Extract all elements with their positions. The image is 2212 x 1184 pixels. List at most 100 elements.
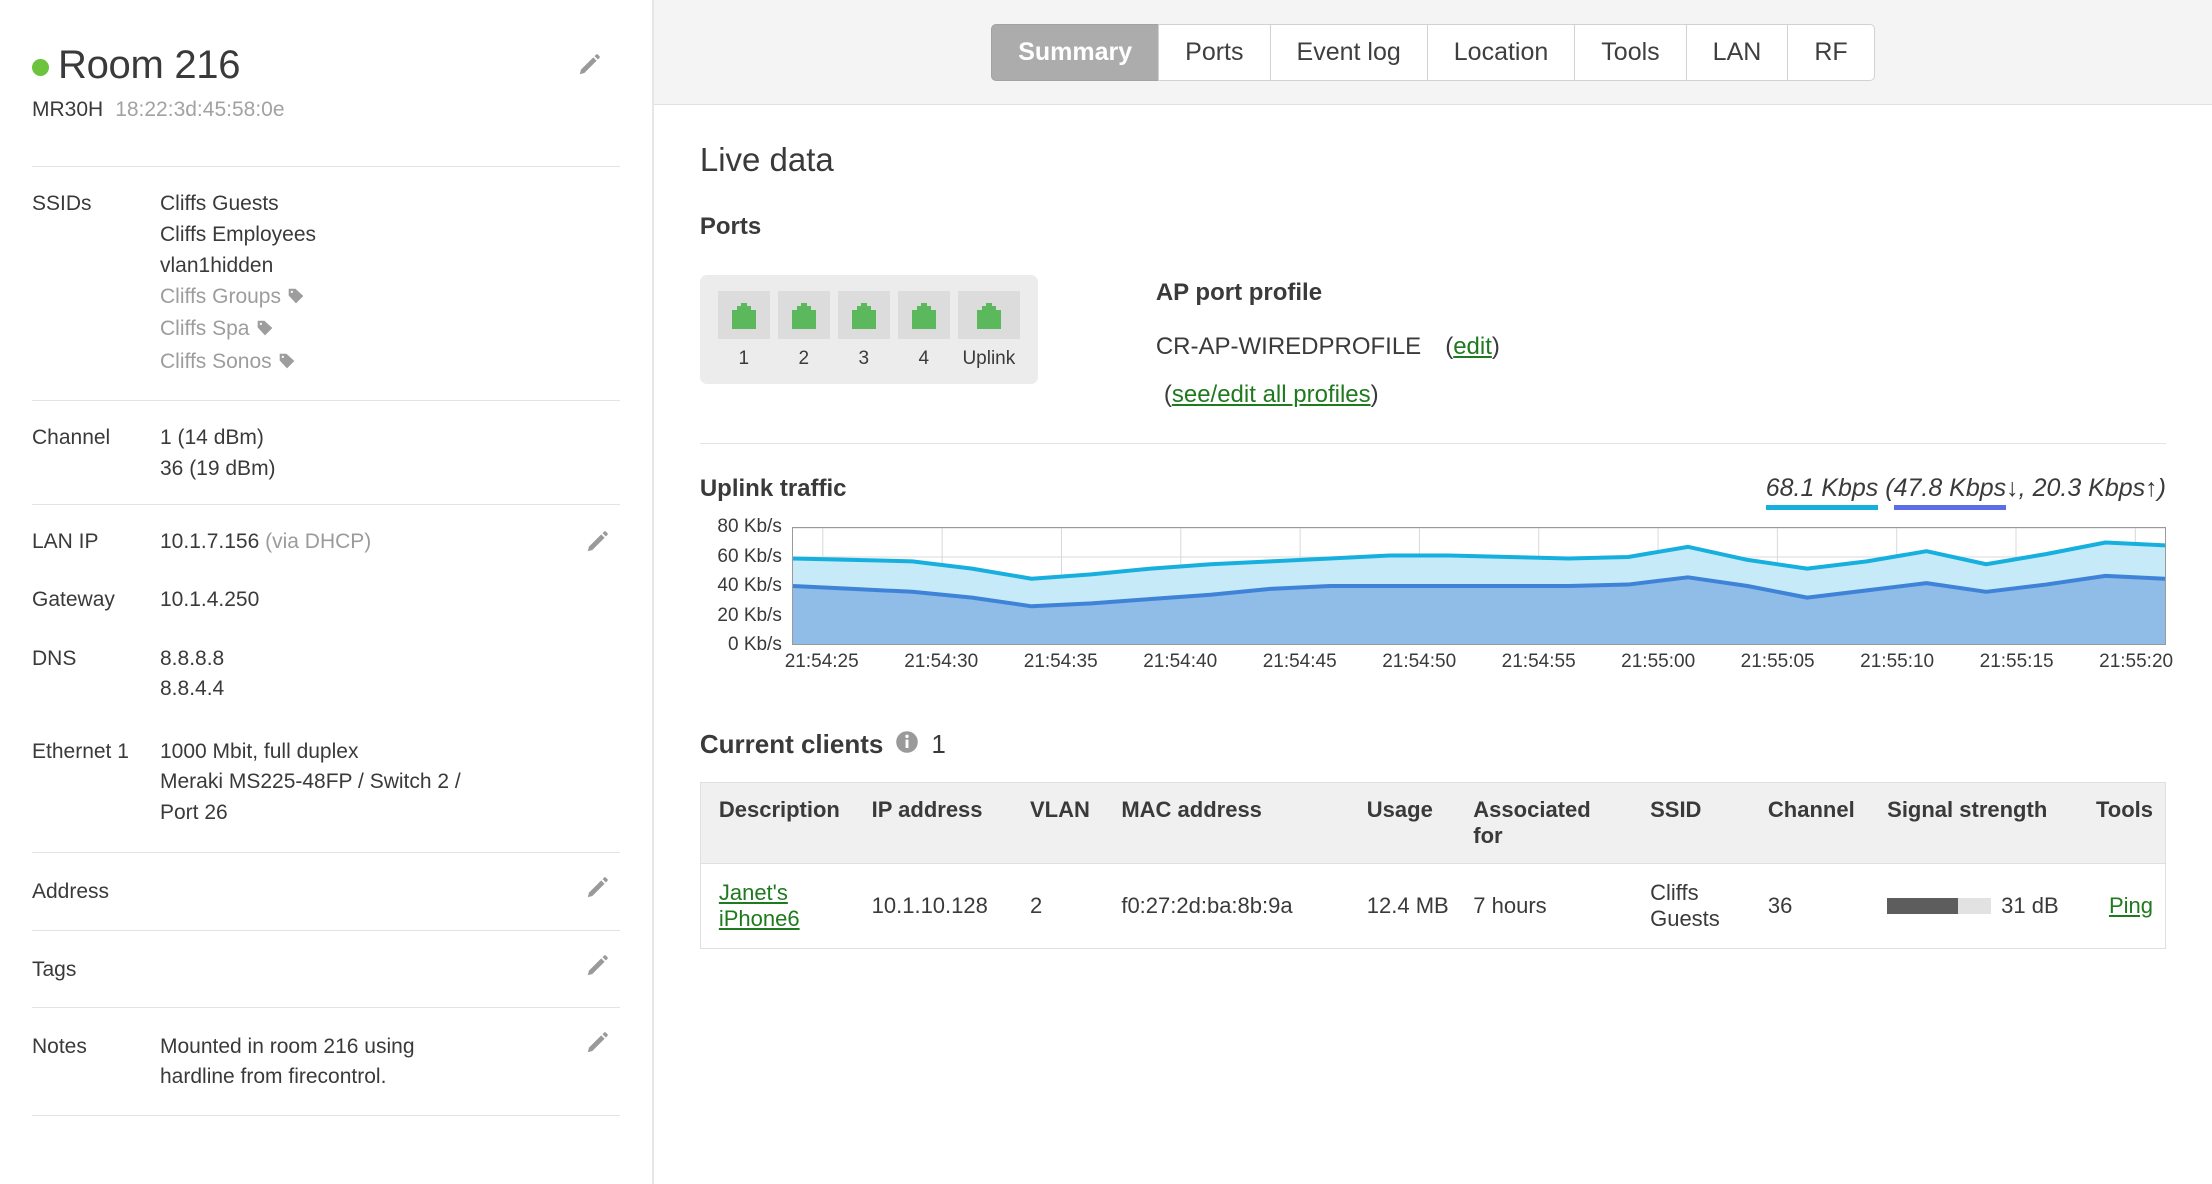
x-axis-tick-label: 21:55:10 xyxy=(1860,651,1935,672)
signal-strength-indicator: 31 dB xyxy=(1887,893,2059,919)
ethernet-values: 1000 Mbit, full duplex Meraki MS225-48FP… xyxy=(160,737,620,828)
address-label: Address xyxy=(32,880,110,904)
lan-ip-value: 10.1.7.156 xyxy=(160,530,260,554)
cell-signal-strength: 31 dB xyxy=(1875,863,2071,949)
uplink-total-value: 68.1 Kbps xyxy=(1765,474,1879,510)
channel-label: Channel xyxy=(32,426,111,450)
ping-link[interactable]: Ping xyxy=(2109,893,2153,918)
address-row: Address xyxy=(32,853,620,929)
col-ip-address[interactable]: IP address xyxy=(859,782,1018,864)
lan-ip-note: (via DHCP) xyxy=(265,530,372,554)
tag-icon xyxy=(287,284,305,315)
current-clients-header: Current clients 1 xyxy=(700,729,2166,760)
x-axis-tick-label: 21:55:05 xyxy=(1740,651,1815,672)
col-vlan[interactable]: VLAN xyxy=(1018,782,1110,864)
clients-table-head: Description IP address VLAN MAC address … xyxy=(700,782,2166,864)
x-axis-tick-label: 21:54:45 xyxy=(1262,651,1337,672)
cell-tools: Ping xyxy=(2070,863,2166,949)
col-usage[interactable]: Usage xyxy=(1354,782,1462,864)
x-axis-tick-label: 21:54:25 xyxy=(784,651,859,672)
notes-label: Notes xyxy=(32,1034,87,1058)
port-1[interactable]: 1 xyxy=(717,291,770,370)
table-row: Janet's iPhone6 10.1.10.128 2 f0:27:2d:b… xyxy=(700,863,2166,949)
port-label: Uplink xyxy=(962,348,1016,369)
ethernet-port-icon xyxy=(717,291,770,339)
main-content: Live data Ports 1 2 3 4 Uplink AP port p… xyxy=(654,105,2212,949)
y-axis-tick-label: 0 Kb/s xyxy=(727,634,782,655)
x-axis-tick-label: 21:54:55 xyxy=(1501,651,1576,672)
port-2[interactable]: 2 xyxy=(777,291,830,370)
col-mac-address[interactable]: MAC address xyxy=(1109,782,1355,864)
ap-port-profile-line: CR-AP-WIREDPROFILE (edit) xyxy=(1155,333,1500,360)
device-subtitle: MR30H 18:22:3d:45:58:0e xyxy=(32,98,620,122)
see-edit-all-profiles-link[interactable]: see/edit all profiles xyxy=(1172,381,1371,408)
port-uplink[interactable]: Uplink xyxy=(957,291,1020,370)
device-sidebar: Room 216 MR30H 18:22:3d:45:58:0e SSIDs Cl… xyxy=(0,0,654,1184)
col-description[interactable]: Description xyxy=(700,782,860,864)
ssid-item[interactable]: Cliffs Sonos xyxy=(160,347,574,380)
notes-row: Notes Mounted in room 216 using hardline… xyxy=(32,1008,620,1115)
ssid-name: Cliffs Spa xyxy=(160,317,250,341)
ssid-item[interactable]: Cliffs Employees xyxy=(160,220,574,251)
ethernet-port-icon xyxy=(897,291,950,339)
gateway-label: Gateway xyxy=(32,588,115,612)
col-signal-strength[interactable]: Signal strength xyxy=(1875,782,2071,864)
ssid-item[interactable]: Cliffs Guests xyxy=(160,189,574,220)
edit-tags-pencil-icon[interactable] xyxy=(584,953,610,979)
tab-location[interactable]: Location xyxy=(1426,23,1575,81)
notes-line-2: hardline from firecontrol. xyxy=(160,1065,387,1089)
ssid-name: Cliffs Employees xyxy=(160,222,317,246)
edit-notes-pencil-icon[interactable] xyxy=(584,1030,610,1056)
tab-ports[interactable]: Ports xyxy=(1158,23,1270,81)
channel-5ghz: 36 (19 dBm) xyxy=(160,456,276,480)
y-axis-tick-label: 80 Kb/s xyxy=(717,516,782,537)
port-label: 2 xyxy=(798,348,810,369)
channel-values: 1 (14 dBm) 36 (19 dBm) xyxy=(160,423,620,484)
client-description-link[interactable]: Janet's iPhone6 xyxy=(719,880,800,931)
y-axis-tick-label: 40 Kb/s xyxy=(717,575,782,596)
ethernet-row: Ethernet 1 1000 Mbit, full duplex Meraki… xyxy=(32,725,620,852)
edit-lan-ip-pencil-icon[interactable] xyxy=(584,529,610,555)
ssid-item[interactable]: Cliffs Groups xyxy=(160,282,574,315)
ssid-name: Cliffs Groups xyxy=(160,284,281,308)
chart-y-axis: 0 Kb/s 20 Kb/s 40 Kb/s 60 Kb/s 80 Kb/s xyxy=(700,516,792,655)
ethernet-peer-1: Meraki MS225-48FP / Switch 2 / xyxy=(160,770,461,794)
channel-row: Channel 1 (14 dBm) 36 (19 dBm) xyxy=(32,401,620,504)
x-axis-tick-label: 21:55:00 xyxy=(1621,651,1696,672)
ssid-item[interactable]: Cliffs Spa xyxy=(160,314,574,347)
device-model: MR30H xyxy=(32,98,104,121)
edit-name-pencil-icon[interactable] xyxy=(576,52,602,78)
port-4[interactable]: 4 xyxy=(897,291,950,370)
tab-tools[interactable]: Tools xyxy=(1574,23,1686,81)
x-axis-tick-label: 21:54:50 xyxy=(1382,651,1457,672)
col-ssid[interactable]: SSID xyxy=(1638,782,1756,864)
all-profiles-line: (see/edit all profiles) xyxy=(1163,381,1379,408)
edit-address-pencil-icon[interactable] xyxy=(584,875,610,901)
gateway-row: Gateway 10.1.4.250 xyxy=(32,577,620,635)
uplink-traffic-heading: Uplink traffic xyxy=(699,475,847,502)
x-axis-tick-label: 21:55:15 xyxy=(1979,651,2054,672)
tab-lan[interactable]: LAN xyxy=(1685,23,1788,81)
notes-value: Mounted in room 216 using hardline from … xyxy=(160,1032,620,1093)
tab-event-log[interactable]: Event log xyxy=(1269,23,1427,81)
ssid-item[interactable]: vlan1hidden xyxy=(160,251,574,282)
page-title: Room 216 xyxy=(58,43,241,87)
tags-row: Tags xyxy=(32,931,620,1007)
x-axis-tick-label: 21:54:35 xyxy=(1023,651,1098,672)
tab-summary[interactable]: Summary xyxy=(991,23,1159,81)
tab-rf[interactable]: RF xyxy=(1787,23,1875,81)
up-arrow-icon: ↑ xyxy=(2145,474,2158,502)
port-3[interactable]: 3 xyxy=(837,291,890,370)
edit-profile-link[interactable]: edit xyxy=(1453,333,1492,360)
device-title-row: Room 216 xyxy=(32,44,620,86)
ap-port-profile-heading: AP port profile xyxy=(1155,279,1323,306)
ssid-name: Cliffs Sonos xyxy=(160,350,272,374)
device-header: Room 216 MR30H 18:22:3d:45:58:0e xyxy=(32,0,620,122)
info-icon[interactable] xyxy=(895,730,919,759)
lan-ip-label: LAN IP xyxy=(32,530,99,554)
chart-x-axis: 21:54:25 21:54:30 21:54:35 21:54:40 21:54:45… xyxy=(785,651,2173,685)
status-online-icon xyxy=(32,58,49,76)
ssids-values: Cliffs Guests Cliffs Employees vlan1hidd… xyxy=(160,189,620,380)
col-channel[interactable]: Channel xyxy=(1755,782,1876,864)
col-associated-for[interactable]: Associated for xyxy=(1461,782,1639,864)
